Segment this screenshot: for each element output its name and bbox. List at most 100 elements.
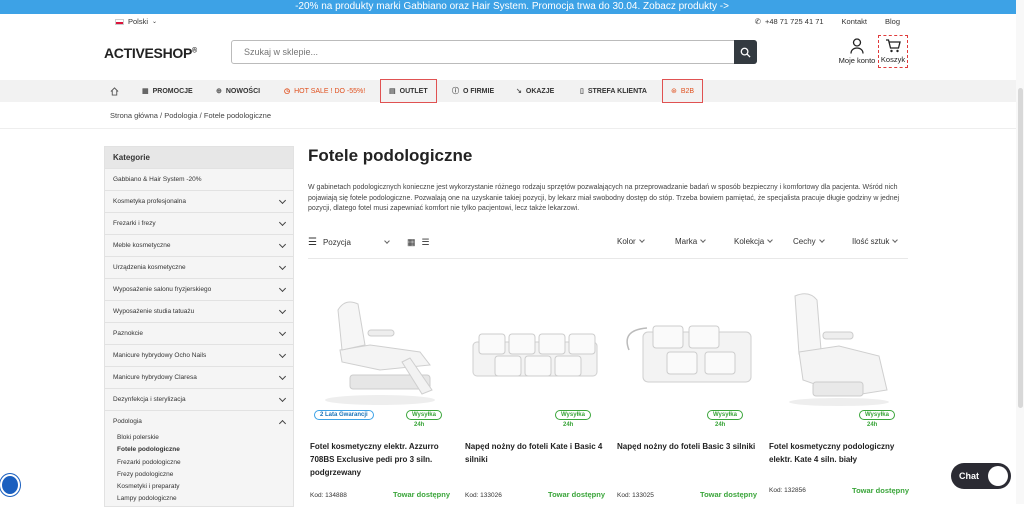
filter-bar: ☰ Pozycja ▦ ☰ Kolor Marka Kolekcja Cechy… bbox=[308, 235, 908, 251]
info-icon: ⓘ bbox=[452, 88, 459, 95]
filter-kolekcja[interactable]: Kolekcja bbox=[734, 237, 774, 246]
nav-okazje[interactable]: ↘ OKAZJE bbox=[516, 80, 554, 102]
sidebar-item-urzadzenia[interactable]: Urządzenia kosmetyczne bbox=[105, 256, 293, 278]
accessibility-icon[interactable] bbox=[0, 474, 20, 496]
nav-o-firmie[interactable]: ⓘ O FIRMIE bbox=[452, 80, 494, 102]
sidebar-item-kosmetyka[interactable]: Kosmetyka profesjonalna bbox=[105, 190, 293, 212]
nav-promocje[interactable]: ▦ PROMOCJE bbox=[142, 80, 193, 102]
chevron-down-icon[interactable] bbox=[278, 284, 287, 292]
nav-label: PROMOCJE bbox=[152, 87, 193, 95]
product-image[interactable]: Wysyłka 24h bbox=[617, 290, 757, 428]
chevron-down-icon[interactable] bbox=[278, 262, 287, 270]
chat-button[interactable]: Chat bbox=[951, 463, 1011, 489]
product-card[interactable]: Wysyłka 24h Napęd nożny do foteli Basic … bbox=[617, 290, 757, 499]
chevron-down-icon[interactable] bbox=[278, 306, 287, 314]
scrollbar[interactable] bbox=[1016, 0, 1024, 504]
nav-b2b[interactable]: ⊛ B2B bbox=[662, 79, 704, 103]
sidebar-item-label: Manicure hybrydowy Claresa bbox=[113, 374, 197, 381]
cart-button[interactable]: Koszyk bbox=[878, 35, 908, 68]
product-image[interactable]: Wysyłka 24h bbox=[465, 290, 605, 428]
tag-icon: ▦ bbox=[142, 88, 149, 95]
scrollbar-thumb[interactable] bbox=[1018, 88, 1023, 408]
product-code: Kod: 134888 bbox=[310, 492, 347, 499]
sidebar-subitem[interactable]: Kosmetyki i preparaty bbox=[105, 481, 293, 494]
blog-link[interactable]: Blog bbox=[885, 17, 900, 26]
filter-label: Cechy bbox=[793, 237, 816, 246]
chevron-down-icon[interactable] bbox=[278, 218, 287, 226]
product-card[interactable]: Wysyłka 24h Napęd nożny do foteli Kate i… bbox=[465, 290, 605, 499]
nav-nowosci[interactable]: ⊕ NOWOŚCI bbox=[216, 80, 260, 102]
account-button[interactable]: Moje konto bbox=[838, 38, 876, 65]
breadcrumb: Strona główna / Podologia / Fotele podol… bbox=[110, 111, 271, 120]
new-icon: ⊕ bbox=[216, 88, 222, 95]
category-description: W gabinetach podologicznych konieczne je… bbox=[308, 184, 900, 212]
filter-ilosc[interactable]: Ilość sztuk bbox=[852, 237, 899, 246]
sidebar-item-paznokcie[interactable]: Paznokcie bbox=[105, 322, 293, 344]
chevron-down-icon[interactable] bbox=[278, 372, 287, 380]
logo[interactable]: ACTIVESHOP® bbox=[104, 45, 197, 61]
category-sidebar: Kategorie Gabbiano & Hair System -20% Ko… bbox=[104, 146, 294, 507]
sidebar-item-claresa[interactable]: Manicure hybrydowy Claresa bbox=[105, 366, 293, 388]
sidebar-item-fryzjer[interactable]: Wyposażenie salonu fryzjerskiego bbox=[105, 278, 293, 300]
home-icon bbox=[110, 86, 119, 96]
product-card[interactable]: 2 Lata Gwarancji Wysyłka 24h Fotel kosme… bbox=[310, 290, 450, 499]
sidebar-subitem[interactable]: Frezy podologiczne bbox=[105, 468, 293, 482]
product-card[interactable]: Wysyłka 24h Fotel kosmetyczny podologicz… bbox=[769, 290, 909, 495]
list-view-icon[interactable]: ☰ bbox=[421, 237, 429, 248]
chevron-down-icon bbox=[892, 237, 899, 243]
chevron-down-icon[interactable] bbox=[278, 394, 287, 402]
sidebar-item-meble[interactable]: Meble kosmetyczne bbox=[105, 234, 293, 256]
sort-select[interactable]: ☰ Pozycja ▦ ☰ bbox=[308, 237, 430, 248]
sidebar-subitem[interactable]: Frezarki podologiczne bbox=[105, 456, 293, 469]
cart-icon bbox=[886, 39, 901, 53]
phone-link[interactable]: ✆ +48 71 725 41 71 bbox=[755, 17, 824, 26]
nav-strefa-klienta[interactable]: ▯ STREFA KLIENTA bbox=[580, 80, 647, 102]
breadcrumb-home[interactable]: Strona główna bbox=[110, 111, 158, 120]
sidebar-item-dezynfekcja[interactable]: Dezynfekcja i sterylizacja bbox=[105, 388, 293, 410]
nav-label: NOWOŚCI bbox=[225, 87, 261, 95]
sidebar-item-label: Dezynfekcja i sterylizacja bbox=[113, 396, 186, 403]
chat-bubble-icon bbox=[988, 466, 1008, 486]
sidebar-item-podologia[interactable]: Podologia bbox=[105, 410, 293, 432]
contact-link[interactable]: Kontakt bbox=[842, 17, 867, 26]
poland-flag-icon bbox=[115, 18, 124, 25]
shipping-time: 24h bbox=[715, 422, 726, 428]
chevron-down-icon[interactable] bbox=[278, 240, 287, 248]
user-icon bbox=[850, 38, 864, 54]
logo-registered-mark: ® bbox=[192, 47, 197, 55]
search-icon bbox=[740, 47, 751, 58]
sidebar-item-ocho-nails[interactable]: Manicure hybrydowy Ocho Nails bbox=[105, 344, 293, 366]
breadcrumb-podologia[interactable]: Podologia bbox=[164, 111, 197, 120]
product-name[interactable]: Napęd nożny do foteli Kate i Basic 4 sil… bbox=[465, 440, 605, 466]
sidebar-item-frezarki[interactable]: Frezarki i frezy bbox=[105, 212, 293, 234]
product-name[interactable]: Napęd nożny do foteli Basic 3 silniki bbox=[617, 440, 757, 453]
search-input[interactable] bbox=[232, 41, 712, 63]
page-title: Fotele podologiczne bbox=[308, 146, 473, 165]
chevron-down-icon[interactable] bbox=[278, 328, 287, 336]
product-name[interactable]: Fotel kosmetyczny podologiczny elektr. K… bbox=[769, 440, 909, 466]
sidebar-item-tatuaz[interactable]: Wyposażenie studia tatuażu bbox=[105, 300, 293, 322]
nav-hot-sale[interactable]: ◷ HOT SALE ! DO -55%! bbox=[284, 80, 365, 102]
filter-kolor[interactable]: Kolor bbox=[617, 237, 645, 246]
b2b-icon: ⊛ bbox=[671, 88, 677, 95]
chevron-up-icon[interactable] bbox=[278, 419, 287, 427]
language-selector[interactable]: Polski ⌄ bbox=[115, 17, 157, 26]
sidebar-subitem-active[interactable]: Fotele podologiczne bbox=[105, 444, 293, 457]
search-button[interactable] bbox=[734, 40, 757, 64]
filter-cechy[interactable]: Cechy bbox=[793, 237, 825, 246]
sidebar-item-gabbiano[interactable]: Gabbiano & Hair System -20% bbox=[105, 168, 293, 190]
home-link[interactable] bbox=[110, 80, 119, 102]
product-image[interactable]: 2 Lata Gwarancji Wysyłka 24h bbox=[310, 290, 450, 428]
logo-text: ACTIVESHOP bbox=[104, 45, 193, 61]
chevron-down-icon[interactable] bbox=[278, 350, 287, 358]
product-name[interactable]: Fotel kosmetyczny elektr. Azzurro 708BS … bbox=[310, 440, 450, 479]
nav-outlet[interactable]: ▤ OUTLET bbox=[380, 79, 437, 103]
clock-icon: ◷ bbox=[284, 88, 291, 95]
product-image[interactable]: Wysyłka 24h bbox=[769, 290, 909, 428]
promo-bar[interactable]: -20% na produkty marki Gabbiano oraz Hai… bbox=[0, 0, 1024, 14]
grid-view-icon[interactable]: ▦ bbox=[407, 237, 416, 248]
sidebar-subitem[interactable]: Bloki polerskie bbox=[105, 432, 293, 445]
chevron-down-icon[interactable] bbox=[278, 196, 287, 204]
sidebar-item-label: Kosmetyka profesjonalna bbox=[113, 198, 186, 205]
filter-marka[interactable]: Marka bbox=[675, 237, 707, 246]
